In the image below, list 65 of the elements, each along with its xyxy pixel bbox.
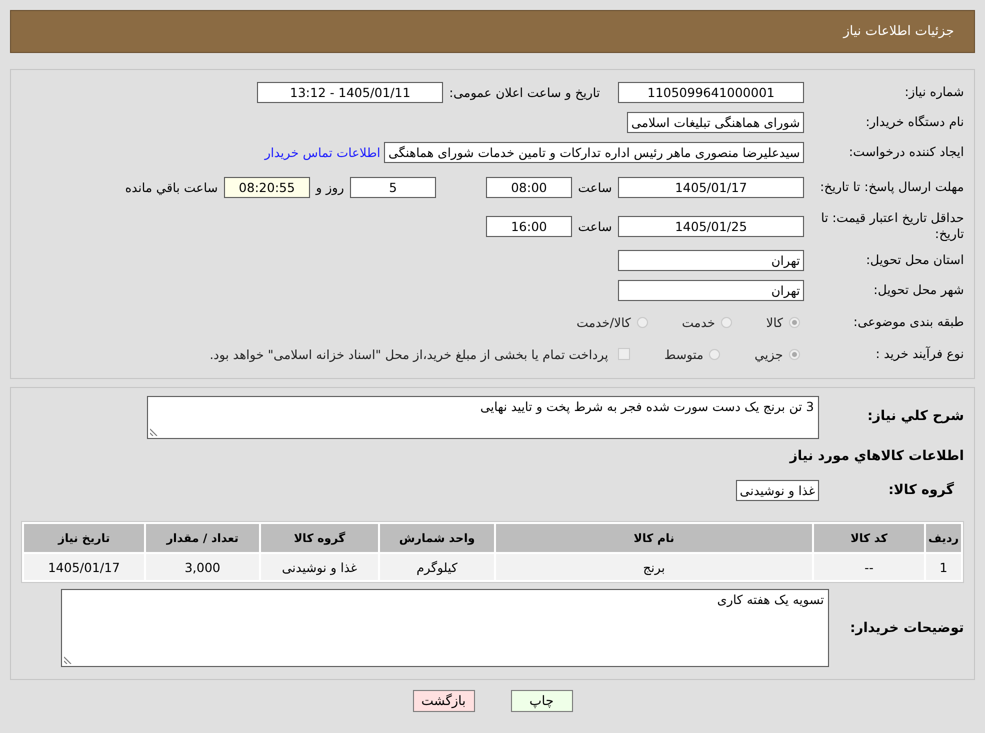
table-cell: برنج xyxy=(496,554,812,580)
province-field[interactable]: تهران xyxy=(618,250,804,270)
buyer-field[interactable]: شورای هماهنگی تبلیغات اسلامی xyxy=(627,112,804,132)
column-header: نام کالا xyxy=(496,524,812,552)
contact-info-link[interactable]: اطلاعات تماس خریدار xyxy=(264,144,380,160)
days-field[interactable]: 5 xyxy=(350,176,436,198)
radio-button[interactable] xyxy=(709,348,720,360)
radio-button[interactable] xyxy=(789,316,800,328)
description-field[interactable]: 3 تن برنج یک دست سورت شده فجر به شرط پخت و تایید نهایی xyxy=(147,396,819,439)
resize-grip-icon[interactable] xyxy=(150,428,158,436)
back-button[interactable]: بازگشت xyxy=(412,690,474,712)
field-label: استان محل تحویل: xyxy=(864,252,965,268)
table-cell: 1 xyxy=(926,554,961,580)
field-label: حداقل تاریخ اعتبار قیمت: تا تاریخ: xyxy=(820,210,965,242)
table-cell: کیلوگرم xyxy=(380,554,494,580)
city-field[interactable]: تهران xyxy=(618,280,804,300)
field-label: تاریخ و ساعت اعلان عمومی: xyxy=(449,84,600,100)
radio-button[interactable] xyxy=(636,316,648,328)
print-button[interactable]: چاپ xyxy=(510,690,572,712)
option-label: متوسط xyxy=(664,346,704,362)
goods-group-field[interactable]: غذا و نوشیدنی xyxy=(736,480,819,500)
section-heading: اطلاعات کالاهاي مورد نیاز xyxy=(788,448,965,464)
field-label: گروه کالا: xyxy=(887,482,955,498)
field-label: شماره نیاز: xyxy=(904,84,965,100)
option-label: کالا/خدمت xyxy=(576,314,631,330)
requester-field[interactable]: سیدعلیرضا منصوری ماهر رئیس اداره تدارکات و تامین خدمات شورای هماهنگی xyxy=(384,142,804,162)
remaining-time-field[interactable]: 08:20:55 xyxy=(224,176,310,198)
field-label: طبقه بندی موضوعی: xyxy=(852,314,965,330)
field-label: روز و xyxy=(316,180,344,194)
column-header: کد کالا xyxy=(814,524,924,552)
field-label: ساعت xyxy=(578,218,612,234)
checkbox-label: پرداخت تمام یا بخشی از مبلغ خرید،از محل "اسناد خزانه اسلامی" خواهد بود. xyxy=(210,346,608,362)
field-label: ساعت xyxy=(578,180,612,194)
column-header: ردیف xyxy=(926,524,961,552)
radio-button[interactable] xyxy=(789,348,800,360)
column-header: واحد شمارش xyxy=(380,524,494,552)
resize-grip-icon[interactable] xyxy=(64,656,72,664)
table-cell: غذا و نوشیدنی xyxy=(261,554,378,580)
field-label: نوع فرآیند خرید : xyxy=(874,346,965,362)
column-header: تعداد / مقدار xyxy=(146,524,259,552)
buyer-notes-field[interactable]: تسویه یک هفته کاری xyxy=(61,589,829,667)
radio-button[interactable] xyxy=(721,316,732,328)
announce-date-field[interactable]: 1405/01/11 - 13:12 xyxy=(257,82,444,102)
field-label: شهر محل تحویل: xyxy=(872,282,965,298)
checkbox[interactable] xyxy=(618,348,630,360)
option-label: خدمت xyxy=(682,314,716,330)
field-label: مهلت ارسال پاسخ: تا تاریخ: xyxy=(818,179,965,195)
date-field[interactable]: 1405/01/25 xyxy=(618,216,804,236)
field-label: توضیحات خریدار: xyxy=(849,620,965,636)
column-header: گروه کالا xyxy=(261,524,378,552)
field-label: ایجاد کننده درخواست: xyxy=(848,144,965,160)
date-field[interactable]: 1405/01/17 xyxy=(618,176,804,198)
table-cell: 1405/01/17 xyxy=(24,554,144,580)
table-cell: -- xyxy=(814,554,924,580)
time-field[interactable]: 16:00 xyxy=(486,216,572,236)
table-cell: 3,000 xyxy=(146,554,259,580)
time-field[interactable]: 08:00 xyxy=(486,176,572,198)
option-label: کالا xyxy=(766,314,783,330)
page-title: جزئیات اطلاعات نیاز xyxy=(10,10,975,53)
need-number-field[interactable]: 1105099641000001 xyxy=(618,82,804,102)
field-label: نام دستگاه خریدار: xyxy=(864,114,965,130)
option-label: جزيي xyxy=(754,346,783,362)
field-label: ساعت باقي مانده xyxy=(125,180,218,194)
column-header: تاریخ نیاز xyxy=(24,524,144,552)
field-label: شرح کلي نیاز: xyxy=(866,407,965,424)
